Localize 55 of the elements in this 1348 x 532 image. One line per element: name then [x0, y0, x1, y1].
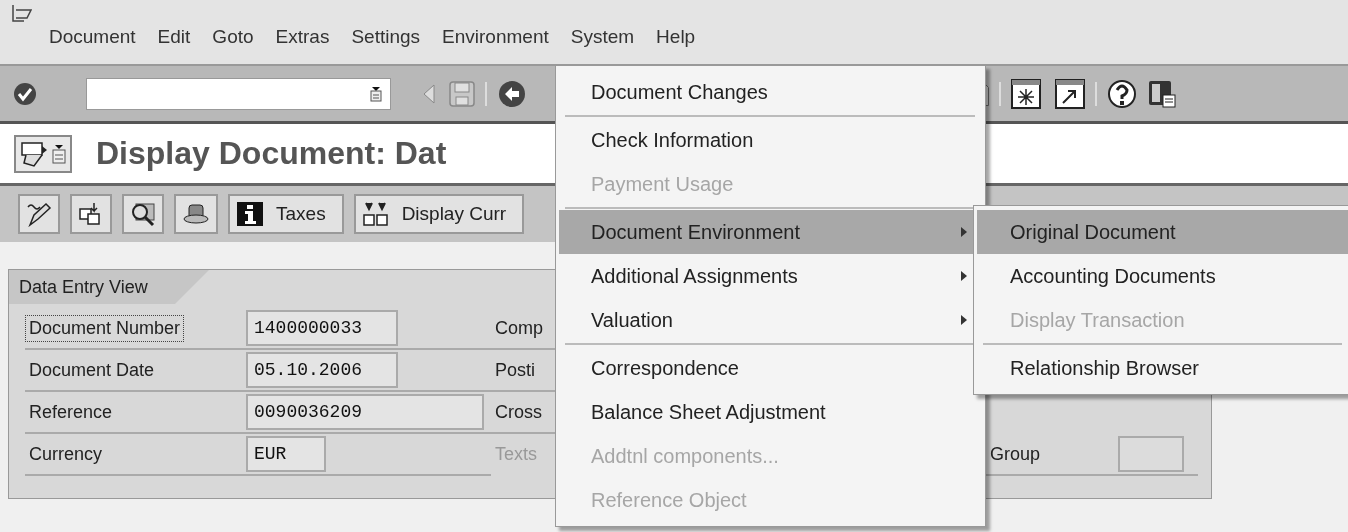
toolbar-button[interactable] [70, 194, 112, 234]
shortcut-icon [1055, 78, 1085, 109]
field-label: Cross [494, 400, 543, 424]
menu-entry[interactable]: Goto [212, 26, 254, 48]
menu-entry[interactable]: Environment [442, 26, 549, 48]
toolbar-button[interactable]: Display Curr [353, 194, 525, 234]
field-label: Currency [28, 442, 104, 466]
field-label: Comp [494, 316, 544, 340]
check-icon [12, 80, 38, 107]
help-icon [1107, 78, 1137, 109]
new-window-icon [1011, 78, 1041, 109]
value-field[interactable]: 0090036209 [246, 394, 484, 430]
toolbar-button[interactable]: Taxes [228, 194, 344, 234]
back-triangle-icon [423, 83, 435, 104]
layout-icon [1147, 78, 1177, 109]
panel-tab[interactable]: Data Entry View [9, 270, 209, 304]
submenu-arrow-icon [961, 271, 967, 281]
magnifier-icon [130, 201, 156, 227]
field-label: Document Date [28, 358, 156, 382]
menu-entry[interactable]: Settings [351, 26, 421, 48]
group-field[interactable] [1118, 436, 1184, 472]
menu-item[interactable]: Accounting Documents [977, 254, 1348, 298]
menu-entry[interactable]: Help [656, 26, 696, 48]
submenu-arrow-icon [961, 227, 967, 237]
toolbar-button[interactable] [18, 194, 60, 234]
field-label: Texts [494, 442, 538, 466]
icon-button[interactable] [14, 134, 72, 173]
pencil-icon [26, 201, 52, 227]
command-field[interactable] [86, 77, 391, 110]
clipboard-icon [52, 143, 66, 164]
menu-entry[interactable]: Document [49, 26, 136, 48]
menu-item[interactable]: Relationship Browser [977, 346, 1348, 390]
value-field[interactable]: 1400000033 [246, 310, 398, 346]
toolbar-button[interactable] [122, 194, 164, 234]
menu-item[interactable]: Original Document [977, 210, 1348, 254]
tag-icon [20, 139, 48, 168]
value-field[interactable]: 05.10.2006 [246, 352, 398, 388]
field-label: Document Number [25, 314, 185, 342]
page-title: Display Document: Dat [96, 135, 447, 172]
menu-item[interactable]: Check Information [559, 118, 981, 162]
field-label: Reference [28, 400, 114, 424]
field-label: Posti [494, 358, 537, 382]
toolbar-button[interactable] [174, 194, 218, 234]
menu-item[interactable]: Balance Sheet Adjustment [559, 390, 981, 434]
window-icon [12, 4, 32, 22]
submenu-arrow-icon [961, 315, 967, 325]
save-icon [449, 80, 475, 107]
value-field[interactable]: EUR [246, 436, 326, 472]
menu-entry[interactable]: Edit [157, 26, 191, 48]
clipboard-icon [370, 85, 382, 102]
info-icon [236, 201, 264, 227]
menu-entry[interactable]: System [570, 26, 635, 48]
menu-entry[interactable]: Extras [275, 26, 330, 48]
field-label: Group [989, 442, 1042, 466]
currency-icon [361, 201, 390, 227]
